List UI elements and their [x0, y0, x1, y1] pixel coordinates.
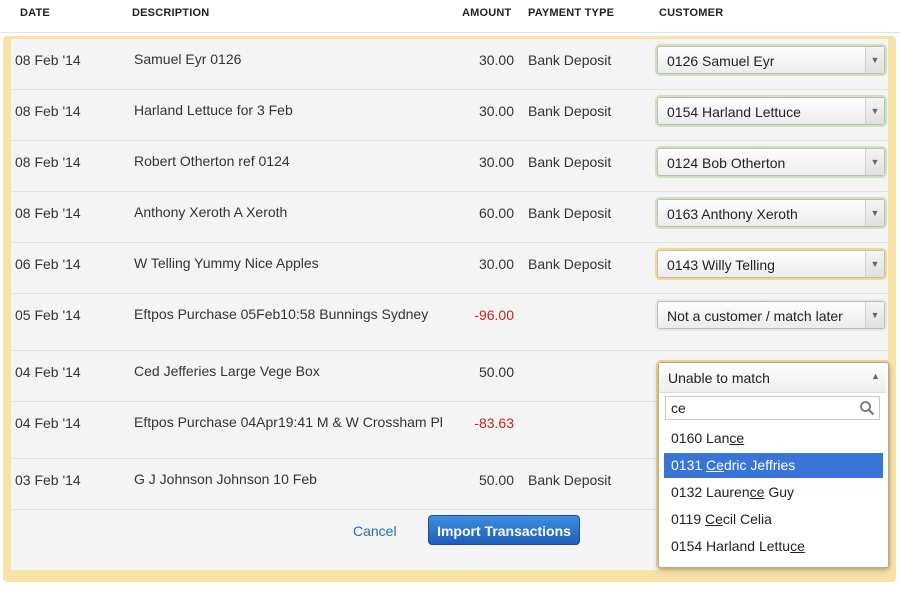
table-row: 08 Feb '14 Anthony Xeroth A Xeroth 60.00…: [11, 192, 888, 243]
row-amount: -83.63: [474, 415, 514, 431]
row-description: Eftpos Purchase 04Apr19:41 M & W Crossha…: [134, 414, 443, 430]
row-amount: 50.00: [478, 472, 514, 488]
header-date: DATE: [20, 7, 50, 19]
table-header: DATE DESCRIPTION AMOUNT PAYMENT TYPE CUS…: [0, 0, 900, 33]
row-payment-type: Bank Deposit: [528, 472, 612, 488]
option-match: ce: [790, 538, 805, 554]
option-text: 0119: [671, 511, 705, 527]
customer-select[interactable]: 0163 Anthony Xeroth ▼: [657, 199, 885, 227]
customer-select[interactable]: 0126 Samuel Eyr ▼: [657, 46, 885, 74]
option-text: Guy: [764, 484, 795, 500]
customer-select[interactable]: Not a customer / match later ▼: [657, 301, 885, 329]
row-amount: 30.00: [478, 52, 514, 68]
search-icon: [860, 401, 875, 416]
row-amount: -96.00: [474, 307, 514, 323]
customer-select-value: 0154 Harland Lettuce: [667, 104, 801, 120]
dropdown-option-highlighted[interactable]: 0131 Cedric Jeffries: [664, 453, 883, 478]
row-amount: 50.00: [478, 364, 514, 380]
row-description: Anthony Xeroth A Xeroth: [134, 204, 288, 220]
row-description: Samuel Eyr 0126: [134, 51, 242, 67]
header-payment-type: PAYMENT TYPE: [528, 7, 615, 19]
row-payment-type: Bank Deposit: [528, 256, 612, 272]
customer-select-open[interactable]: Unable to match ▲: [659, 363, 886, 393]
chevron-up-icon: ▲: [871, 371, 880, 381]
row-description: Harland Lettuce for 3 Feb: [134, 102, 293, 118]
option-text: 0131: [671, 457, 707, 473]
dropdown-option[interactable]: 0132 Laurence Guy: [664, 480, 883, 505]
customer-dropdown-open[interactable]: Unable to match ▲ ce 0160 Lance 0131 Ced…: [658, 362, 889, 568]
chevron-down-icon: ▼: [865, 251, 884, 277]
chevron-down-icon: ▼: [865, 149, 884, 175]
row-date: 03 Feb '14: [15, 472, 81, 488]
row-payment-type: Bank Deposit: [528, 154, 612, 170]
header-amount: AMOUNT: [462, 7, 512, 19]
row-date: 06 Feb '14: [15, 256, 81, 272]
row-description: Ced Jefferies Large Vege Box: [134, 363, 320, 379]
header-customer: CUSTOMER: [659, 7, 724, 19]
row-amount: 30.00: [478, 256, 514, 272]
option-text: dric Jeffries: [723, 457, 796, 473]
search-value: ce: [671, 400, 686, 416]
row-date: 08 Feb '14: [15, 103, 81, 119]
table-row: 08 Feb '14 Harland Lettuce for 3 Feb 30.…: [11, 90, 888, 141]
row-description: Robert Otherton ref 0124: [134, 153, 290, 169]
table-row: 05 Feb '14 Eftpos Purchase 05Feb10:58 Bu…: [11, 294, 888, 351]
option-text: cil Celia: [722, 511, 772, 527]
row-amount: 60.00: [478, 205, 514, 221]
row-payment-type: Bank Deposit: [528, 205, 612, 221]
dropdown-option[interactable]: 0154 Harland Lettuce: [664, 534, 883, 559]
row-payment-type: Bank Deposit: [528, 52, 612, 68]
row-date: 04 Feb '14: [15, 415, 81, 431]
customer-select-value: Unable to match: [668, 370, 770, 386]
row-description: Eftpos Purchase 05Feb10:58 Bunnings Sydn…: [134, 306, 429, 322]
table-row: 08 Feb '14 Robert Otherton ref 0124 30.0…: [11, 141, 888, 192]
option-text: 0132 Lauren: [671, 484, 750, 500]
chevron-down-icon: ▼: [865, 98, 884, 124]
option-match: Ce: [705, 511, 723, 527]
customer-select[interactable]: 0154 Harland Lettuce ▼: [657, 97, 885, 125]
option-text: 0154 Harland Lettu: [671, 538, 791, 554]
customer-select[interactable]: 0143 Willy Telling ▼: [657, 250, 885, 278]
customer-select-value: 0124 Bob Otherton: [667, 155, 786, 171]
row-date: 08 Feb '14: [15, 52, 81, 68]
row-amount: 30.00: [478, 103, 514, 119]
row-date: 05 Feb '14: [15, 307, 81, 323]
row-date: 08 Feb '14: [15, 154, 81, 170]
table-row: 08 Feb '14 Samuel Eyr 0126 30.00 Bank De…: [11, 39, 888, 90]
row-amount: 30.00: [478, 154, 514, 170]
row-date: 04 Feb '14: [15, 364, 81, 380]
option-match: ce: [729, 430, 745, 446]
customer-select-value: 0163 Anthony Xeroth: [667, 206, 798, 222]
table-row: 06 Feb '14 W Telling Yummy Nice Apples 3…: [11, 243, 888, 294]
customer-select[interactable]: 0124 Bob Otherton ▼: [657, 148, 885, 176]
option-match: ce: [749, 484, 765, 500]
row-date: 08 Feb '14: [15, 205, 81, 221]
row-description: G J Johnson Johnson 10 Feb: [134, 471, 317, 487]
chevron-down-icon: ▼: [865, 47, 884, 73]
cancel-link[interactable]: Cancel: [353, 523, 397, 539]
option-text: 0160 Lan: [671, 430, 730, 446]
option-match: Ce: [706, 457, 724, 473]
customer-select-value: 0143 Willy Telling: [667, 257, 775, 273]
customer-select-value: Not a customer / match later: [667, 308, 843, 324]
chevron-down-icon: ▼: [865, 200, 884, 226]
row-payment-type: Bank Deposit: [528, 103, 612, 119]
row-description: W Telling Yummy Nice Apples: [134, 255, 319, 271]
customer-select-value: 0126 Samuel Eyr: [667, 53, 775, 69]
dropdown-option[interactable]: 0160 Lance: [664, 426, 883, 451]
import-transactions-button[interactable]: Import Transactions: [428, 515, 580, 545]
chevron-down-icon: ▼: [865, 302, 884, 328]
dropdown-search-input[interactable]: ce: [665, 396, 880, 420]
header-description: DESCRIPTION: [132, 7, 210, 19]
dropdown-option[interactable]: 0119 Cecil Celia: [664, 507, 883, 532]
